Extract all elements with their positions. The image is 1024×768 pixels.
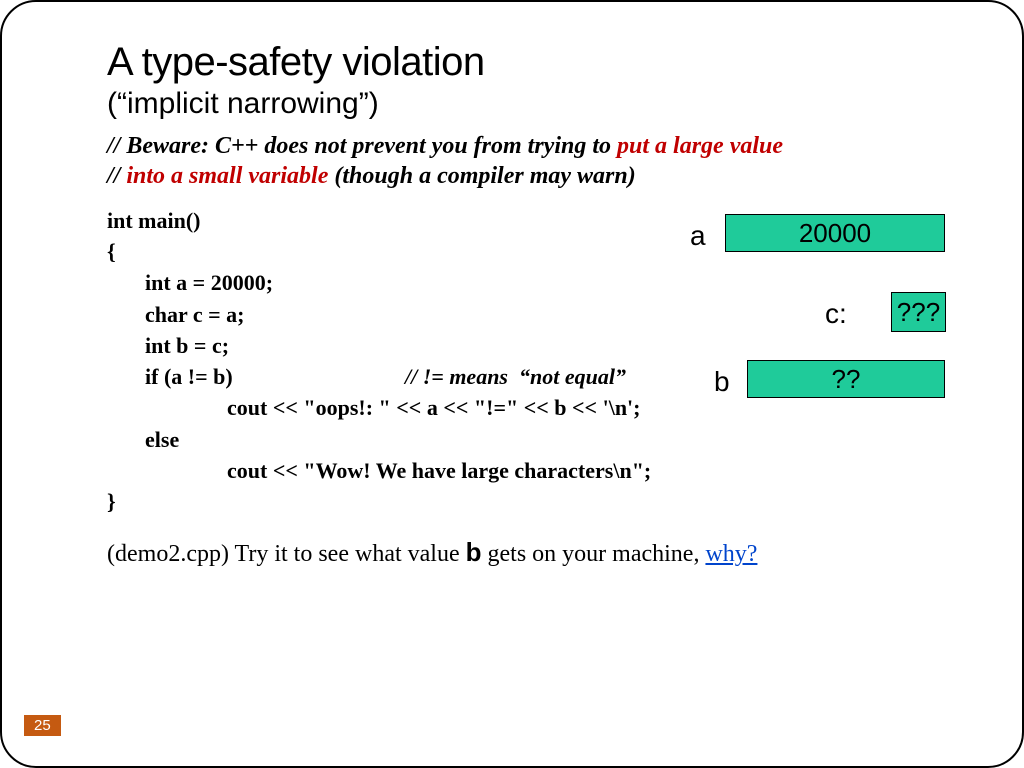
- code-line: int main(): [107, 208, 201, 233]
- diagram-label-a: a: [690, 220, 706, 252]
- code-line: int b = c;: [107, 330, 962, 361]
- note-pre: (demo2.cpp) Try it to see what value: [107, 541, 466, 567]
- code-if: if (a != b): [145, 361, 405, 392]
- comment-line2-suffix: (though a compiler may warn): [328, 163, 635, 189]
- code-line: cout << "Wow! We have large characters\n…: [107, 455, 962, 486]
- code-line: {: [107, 239, 116, 264]
- comment-line1-emphasis: put a large value: [617, 133, 783, 159]
- slide-frame: A type-safety violation (“implicit narro…: [0, 0, 1024, 768]
- slide-title: A type-safety violation: [107, 40, 962, 85]
- slide-subtitle: (“implicit narrowing”): [107, 87, 962, 121]
- footer-note: (demo2.cpp) Try it to see what value b g…: [107, 537, 962, 568]
- note-variable: b: [466, 537, 482, 567]
- why-link[interactable]: why?: [705, 541, 757, 567]
- diagram-box-a: 20000: [725, 214, 945, 252]
- comment-line1-prefix: // Beware: C++ does not prevent you from…: [107, 133, 617, 159]
- comment-line2-emphasis: into a small variable: [126, 163, 328, 189]
- code-inline-comment: // != means “not equal”: [405, 364, 626, 389]
- code-line: }: [107, 489, 116, 514]
- diagram-label-c: c:: [825, 298, 847, 330]
- note-post: gets on your machine,: [482, 541, 706, 567]
- diagram-box-c: ???: [891, 292, 946, 332]
- diagram-box-b: ??: [747, 360, 945, 398]
- code-comment: // Beware: C++ does not prevent you from…: [107, 131, 962, 191]
- comment-line2-prefix: //: [107, 163, 126, 189]
- diagram-label-b: b: [714, 366, 730, 398]
- code-line: else: [107, 424, 962, 455]
- code-line: int a = 20000;: [107, 267, 962, 298]
- page-number: 25: [24, 715, 61, 736]
